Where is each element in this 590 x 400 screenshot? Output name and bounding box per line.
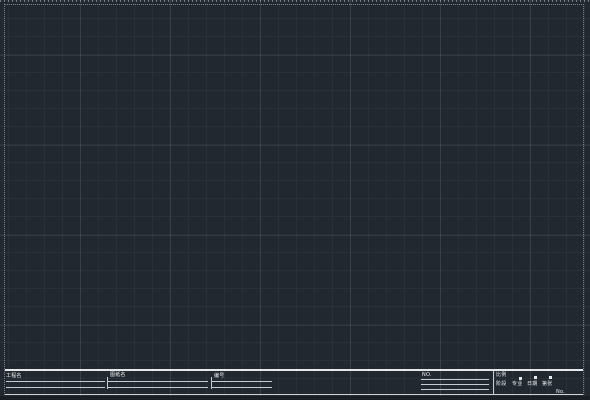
drawing-canvas[interactable]: 工程名 图纸名 编号 NO. 比例 阶段 专业 日期 第张 No. [0, 0, 590, 400]
no-field-3[interactable] [421, 389, 489, 390]
title-block-divider [211, 377, 212, 389]
scale-marker [549, 376, 552, 379]
drawing-name-label: 图纸名 [110, 372, 126, 378]
drawing-frame [4, 4, 584, 395]
number-field[interactable] [212, 381, 272, 382]
ruler-edge [0, 0, 590, 2]
no-field[interactable] [421, 379, 489, 380]
drawing-name-field-2[interactable] [108, 387, 208, 388]
sheet-label: 第张 [542, 381, 553, 387]
no-label: NO. [422, 372, 432, 378]
drawing-name-field[interactable] [108, 381, 208, 382]
title-block-bottom-border [5, 394, 583, 395]
title-block-divider [493, 371, 494, 394]
date-label: 日期 [527, 381, 538, 387]
stage-label: 阶段 [496, 381, 507, 387]
scale-label: 比例 [496, 372, 507, 378]
discipline-label: 专业 [512, 381, 523, 387]
number-label: 编号 [214, 373, 225, 379]
project-name-field[interactable] [6, 381, 105, 382]
title-block-divider [107, 377, 108, 389]
bottom-edge [0, 396, 590, 400]
no-field-2[interactable] [421, 384, 489, 385]
title-block-top-border [5, 369, 583, 371]
project-name-label: 工程名 [6, 373, 22, 379]
project-name-field-2[interactable] [6, 387, 105, 388]
number-field-2[interactable] [212, 387, 272, 388]
scale-marker [534, 376, 537, 379]
scale-marker [519, 377, 522, 380]
